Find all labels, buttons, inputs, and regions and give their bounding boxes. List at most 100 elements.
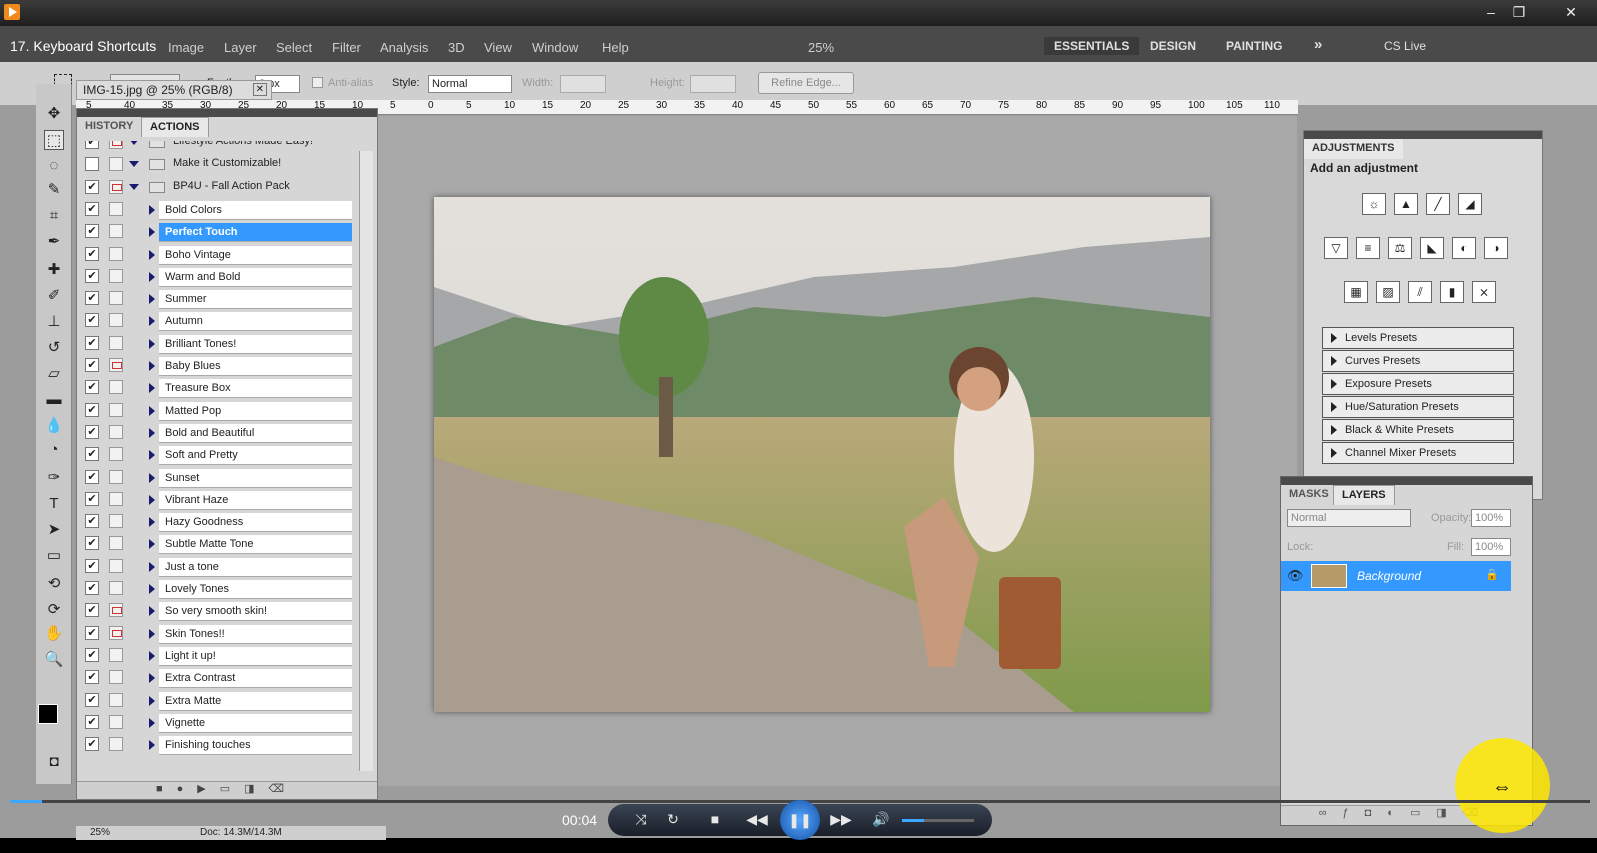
action-row[interactable]: ✔ Soft and Pretty [77,443,363,466]
action-toggle-checkbox[interactable]: ✔ [85,291,99,306]
stamp-tool-icon[interactable]: ⊥ [44,312,64,332]
action-toggle-checkbox[interactable]: ✔ [85,737,99,752]
expand-triangle-icon[interactable] [149,740,155,751]
tab-actions[interactable]: ACTIONS [141,117,209,137]
action-row[interactable]: ✔ Baby Blues [77,354,363,376]
dialog-toggle-icon[interactable] [109,514,123,529]
dialog-toggle-icon[interactable] [109,424,123,439]
action-row[interactable]: ✔ Bold and Beautiful [77,421,363,443]
action-toggle-checkbox[interactable]: ✔ [85,603,99,618]
adjustment-icon[interactable]: ⚖ [1388,237,1412,259]
history-brush-tool-icon[interactable]: ↺ [44,338,64,358]
pen-tool-icon[interactable]: ✑ [44,468,64,488]
menu-view[interactable]: View [484,40,512,55]
quick-select-tool-icon[interactable]: ✎ [44,180,64,200]
dialog-toggle-icon[interactable] [109,692,123,707]
preset-row[interactable]: Black & White Presets [1322,419,1514,441]
action-row[interactable]: ✔ Extra Matte [77,689,363,711]
action-toggle-checkbox[interactable]: ✔ [85,558,99,573]
dialog-toggle-icon[interactable] [109,291,123,306]
dialog-toggle-icon[interactable] [109,141,123,149]
menu-analysis[interactable]: Analysis [380,40,428,55]
action-toggle-checkbox[interactable]: ✔ [85,670,99,685]
adjustment-icon[interactable]: ▦ [1344,281,1368,303]
quick-mask-icon[interactable]: ◘ [44,752,64,772]
dialog-toggle-icon[interactable] [109,179,123,194]
adjustment-icon[interactable]: ◢ [1458,193,1482,215]
action-toggle-checkbox[interactable] [85,157,99,172]
lasso-tool-icon[interactable]: ◌ [44,156,64,176]
dialog-toggle-icon[interactable] [109,380,123,395]
action-toggle-checkbox[interactable]: ✔ [85,581,99,595]
move-tool-icon[interactable]: ✥ [44,104,64,124]
stop-button[interactable]: ■ [702,808,728,830]
next-button[interactable]: ▶▶ [828,808,854,830]
expand-triangle-icon[interactable] [149,717,155,728]
action-row[interactable]: ✔ Summer [77,287,363,310]
expand-triangle-icon[interactable] [129,161,139,168]
workspace-painting[interactable]: PAINTING [1226,39,1282,53]
dialog-toggle-icon[interactable] [109,603,123,618]
crop-tool-icon[interactable]: ⌗ [44,206,64,226]
preset-row[interactable]: Curves Presets [1322,350,1514,372]
action-row[interactable]: ✔ Boho Vintage [77,243,363,265]
close-button[interactable]: ✕ [1558,2,1584,22]
dialog-toggle-icon[interactable] [109,558,123,573]
action-row[interactable]: ✔ Sunset [77,466,363,488]
menu-filter[interactable]: Filter [332,40,361,55]
style-select[interactable]: Normal [428,75,512,93]
preset-row[interactable]: Channel Mixer Presets [1322,442,1514,464]
menu-select[interactable]: Select [276,40,312,55]
action-row[interactable]: ✔ Treasure Box [77,376,363,399]
gradient-tool-icon[interactable]: ▬ [44,390,64,410]
expand-triangle-icon[interactable] [149,450,155,461]
action-row[interactable]: ✔ So very smooth skin! [77,599,363,622]
menu-image[interactable]: Image [168,40,204,55]
preset-row[interactable]: Hue/Saturation Presets [1322,396,1514,418]
adjustment-icon[interactable]: ▲ [1394,193,1418,215]
action-row[interactable]: ✔ Warm and Bold [77,265,363,287]
dodge-tool-icon[interactable]: ◔ [44,440,64,460]
action-toggle-checkbox[interactable]: ✔ [85,536,99,551]
document-image[interactable] [434,197,1210,712]
dialog-toggle-icon[interactable] [109,581,123,595]
tab-layers[interactable]: LAYERS [1333,485,1395,505]
action-toggle-checkbox[interactable]: ✔ [85,358,99,372]
action-toggle-checkbox[interactable]: ✔ [85,424,99,439]
action-toggle-checkbox[interactable]: ✔ [85,402,99,417]
height-input[interactable] [690,75,736,93]
action-toggle-checkbox[interactable]: ✔ [85,313,99,328]
dialog-toggle-icon[interactable] [109,469,123,484]
path-select-tool-icon[interactable]: ➤ [44,520,64,540]
adjustment-icon[interactable]: ▮ [1440,281,1464,303]
action-row[interactable]: ✔ Extra Contrast [77,666,363,689]
shape-tool-icon[interactable]: ▭ [44,546,64,566]
tab-adjustments[interactable]: ADJUSTMENTS [1304,139,1403,159]
adjustment-icon[interactable]: ⫽ [1408,281,1432,303]
expand-triangle-icon[interactable] [149,383,155,394]
action-toggle-checkbox[interactable]: ✔ [85,201,99,216]
action-toggle-checkbox[interactable]: ✔ [85,141,99,149]
action-row[interactable]: ✔ Subtle Matte Tone [77,532,363,555]
antialias-checkbox[interactable] [312,77,323,88]
dialog-toggle-icon[interactable] [109,491,123,506]
adjustment-icon[interactable]: ╱ [1426,193,1450,215]
action-toggle-checkbox[interactable]: ✔ [85,514,99,529]
expand-triangle-icon[interactable] [149,227,155,238]
brush-tool-icon[interactable]: ✐ [44,286,64,306]
expand-triangle-icon[interactable] [149,650,155,661]
action-toggle-checkbox[interactable]: ✔ [85,335,99,350]
tab-history[interactable]: HISTORY [77,117,141,137]
expand-triangle-icon[interactable] [149,204,155,215]
action-toggle-checkbox[interactable]: ✔ [85,692,99,707]
action-row[interactable]: ✔ Perfect Touch [77,220,363,243]
dialog-toggle-icon[interactable] [109,358,123,372]
minimize-button[interactable]: – [1478,2,1504,22]
workspace-design[interactable]: DESIGN [1150,39,1196,53]
action-toggle-checkbox[interactable]: ✔ [85,491,99,506]
action-toggle-checkbox[interactable]: ✔ [85,246,99,261]
expand-triangle-icon[interactable] [149,249,155,260]
adjustment-icon[interactable]: ☼ [1362,193,1386,215]
action-set-row[interactable]: Make it Customizable! [77,153,363,175]
action-row[interactable]: ✔ Vibrant Haze [77,488,363,510]
